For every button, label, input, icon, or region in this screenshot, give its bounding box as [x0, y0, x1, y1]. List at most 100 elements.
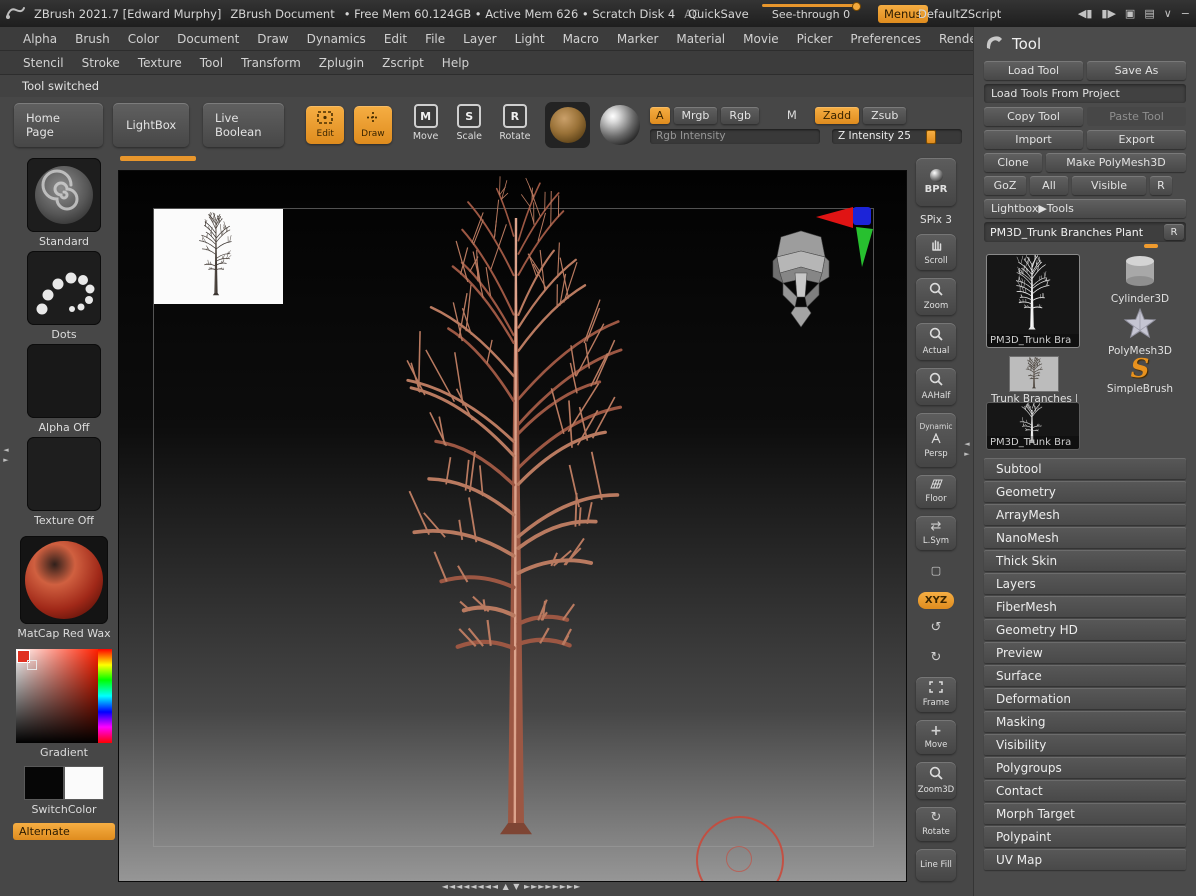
menu-item[interactable]: Document — [168, 29, 248, 49]
goz-r-button[interactable]: R — [1150, 176, 1172, 195]
splitter-right-icon[interactable]: ► — [964, 450, 969, 458]
goz-visible-button[interactable]: Visible — [1072, 176, 1146, 195]
floor-button[interactable]: Floor — [916, 475, 956, 508]
paste-tool-button[interactable]: Paste Tool — [1087, 107, 1186, 126]
secondary-color-swatch[interactable] — [64, 766, 104, 800]
spix-label[interactable]: SPix 3 — [920, 214, 952, 226]
tool-section-row[interactable]: ArrayMesh — [984, 504, 1186, 525]
alternate-button[interactable]: Alternate — [13, 823, 115, 840]
home-page-button[interactable]: Home Page — [14, 103, 104, 147]
right-panel-splitter[interactable]: ◄ ► — [961, 440, 973, 458]
draw-mode-button[interactable]: Draw — [354, 106, 392, 144]
left-panel-splitter[interactable]: ◄ ► — [0, 446, 12, 464]
document-title[interactable]: ZBrush Document — [230, 7, 334, 21]
see-through-track[interactable] — [762, 2, 861, 11]
tool-section-row[interactable]: NanoMesh — [984, 527, 1186, 548]
menu-item[interactable]: Texture — [129, 53, 191, 73]
xyz-button[interactable]: XYZ — [918, 592, 954, 609]
move-mode-button[interactable]: M Move — [408, 104, 444, 146]
tool-section-row[interactable]: Preview — [984, 642, 1186, 663]
chevron-down-icon[interactable]: ∨ — [1164, 7, 1172, 20]
spin-right-button[interactable]: ↻ — [916, 647, 956, 669]
default-zscript-button[interactable]: DefaultZScript — [918, 7, 1001, 21]
selected-tool-thumbnail[interactable]: PM3D_Trunk Bra — [986, 254, 1080, 348]
trunk-branches-tool[interactable]: Trunk Branches I — [988, 356, 1080, 405]
material-sphere-button[interactable] — [600, 105, 640, 145]
zoom3d-button[interactable]: Zoom3D — [916, 762, 956, 799]
current-tool-bar[interactable]: PM3D_Trunk Branches Plant R — [984, 222, 1186, 242]
tool-section-row[interactable]: Visibility — [984, 734, 1186, 755]
material-selector[interactable] — [20, 536, 108, 624]
z-intensity-slider[interactable]: Z Intensity 25 — [831, 128, 962, 144]
zsub-button[interactable]: Zsub — [863, 106, 907, 124]
zoom-button[interactable]: Zoom — [916, 278, 956, 315]
recent-tool-thumbnail[interactable]: PM3D_Trunk Bra — [986, 402, 1080, 450]
menu-item[interactable]: Brush — [66, 29, 119, 49]
polygonal-head-icon[interactable] — [772, 230, 830, 328]
live-boolean-button[interactable]: Live Boolean — [202, 103, 285, 147]
gizmo-y-arrow[interactable] — [856, 227, 873, 267]
brush-selector[interactable] — [27, 158, 101, 232]
menu-item[interactable]: Edit — [375, 29, 416, 49]
history-undo-icon[interactable]: ◀▮ — [1078, 7, 1093, 20]
alpha-channel-button[interactable]: A — [649, 106, 670, 124]
export-button[interactable]: Export — [1087, 130, 1186, 149]
persp-button[interactable]: Dynamic Persp — [916, 413, 956, 467]
menu-item[interactable]: Material — [667, 29, 734, 49]
load-tools-from-project-button[interactable]: Load Tools From Project — [984, 84, 1186, 103]
rotate-canvas-button[interactable]: ↻ Rotate — [916, 807, 956, 841]
simplebrush-tool[interactable]: S SimpleBrush — [1094, 356, 1186, 395]
rotate-mode-button[interactable]: R Rotate — [497, 104, 533, 146]
scroll-right-arrows[interactable]: ►►►►►►►► — [524, 882, 581, 891]
splitter-left-icon[interactable]: ◄ — [964, 440, 969, 448]
load-tool-button[interactable]: Load Tool — [984, 61, 1083, 80]
splitter-left-icon[interactable]: ◄ — [3, 446, 8, 454]
tool-section-row[interactable]: Morph Target — [984, 803, 1186, 824]
minimize-icon[interactable]: − — [1181, 7, 1190, 20]
menu-item[interactable]: Dynamics — [298, 29, 375, 49]
stroke-preview-button[interactable] — [544, 102, 591, 148]
gizmo-z-dot[interactable] — [853, 207, 871, 225]
save-as-button[interactable]: Save As — [1087, 61, 1186, 80]
lightbox-button[interactable]: LightBox — [113, 103, 189, 147]
cylinder3d-tool[interactable]: Cylinder3D — [1094, 254, 1186, 305]
goz-button[interactable]: GoZ — [984, 176, 1026, 195]
frame-button[interactable]: Frame — [916, 677, 956, 712]
lightbox-tools-button[interactable]: Lightbox▶Tools — [984, 199, 1186, 218]
tool-name-slider[interactable] — [1144, 244, 1158, 248]
move-canvas-button[interactable]: + Move — [916, 720, 956, 754]
menu-item[interactable]: Stroke — [73, 53, 129, 73]
document-canvas[interactable] — [118, 170, 907, 882]
gizmo-x-arrow[interactable] — [816, 207, 853, 228]
tool-section-row[interactable]: Layers — [984, 573, 1186, 594]
m-button[interactable]: M — [779, 108, 805, 122]
camera-orientation-gizmo[interactable] — [759, 199, 899, 347]
tool-section-row[interactable]: Subtool — [984, 458, 1186, 479]
menu-item[interactable]: Layer — [454, 29, 505, 49]
tool-section-row[interactable]: Thick Skin — [984, 550, 1186, 571]
tool-section-row[interactable]: Surface — [984, 665, 1186, 686]
zadd-button[interactable]: Zadd — [814, 106, 860, 124]
menu-item[interactable]: Alpha — [14, 29, 66, 49]
lsym-button[interactable]: ⇄ L.Sym — [916, 516, 956, 550]
stroke-selector[interactable] — [27, 251, 101, 325]
scroll-mid-arrows[interactable]: ▲ ▼ — [503, 882, 521, 891]
menu-item[interactable]: Color — [119, 29, 168, 49]
copy-tool-button[interactable]: Copy Tool — [984, 107, 1083, 126]
copy-document-icon[interactable]: ▣ — [1125, 7, 1135, 20]
mrgb-button[interactable]: Mrgb — [673, 106, 718, 124]
menu-item[interactable]: Movie — [734, 29, 788, 49]
rgb-button[interactable]: Rgb — [721, 106, 759, 124]
menu-item[interactable]: Light — [506, 29, 554, 49]
edit-mode-button[interactable]: Edit — [306, 106, 345, 144]
goz-all-button[interactable]: All — [1030, 176, 1068, 195]
make-polymesh3d-button[interactable]: Make PolyMesh3D — [1046, 153, 1186, 172]
history-redo-icon[interactable]: ▮▶ — [1101, 7, 1116, 20]
switch-color[interactable] — [24, 766, 104, 800]
color-saturation-square[interactable] — [16, 649, 98, 743]
clone-button[interactable]: Clone — [984, 153, 1042, 172]
alpha-selector[interactable] — [27, 344, 101, 418]
menu-item[interactable]: Macro — [554, 29, 608, 49]
current-tool-r-button[interactable]: R — [1164, 224, 1184, 240]
main-color-swatch[interactable] — [24, 766, 64, 800]
